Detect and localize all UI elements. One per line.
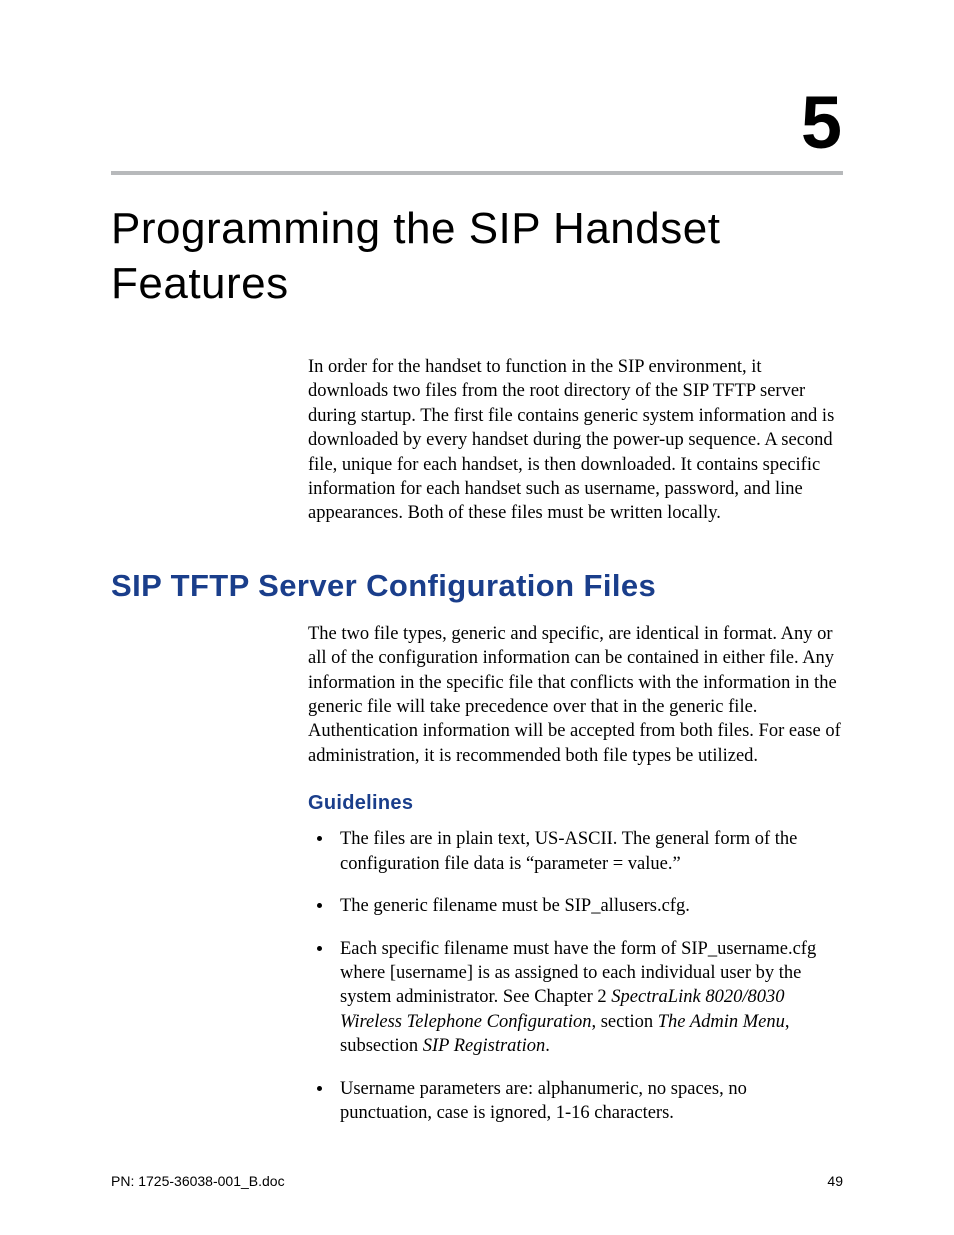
- divider-rule: [111, 171, 843, 175]
- reference-italic: The Admin Menu: [658, 1012, 785, 1032]
- intro-paragraph: In order for the handset to function in …: [308, 355, 843, 526]
- document-page: 5 Programming the SIP Handset Features I…: [0, 0, 954, 1235]
- list-item-text: .: [545, 1036, 550, 1056]
- list-item: Username parameters are: alphanumeric, n…: [334, 1077, 843, 1126]
- chapter-title: Programming the SIP Handset Features: [111, 201, 843, 311]
- list-item: Each specific filename must have the for…: [334, 937, 843, 1059]
- guidelines-list: The files are in plain text, US-ASCII. T…: [308, 827, 843, 1125]
- footer-page-number: 49: [827, 1173, 843, 1189]
- section-paragraph: The two file types, generic and specific…: [308, 622, 843, 768]
- guidelines-heading: Guidelines: [308, 792, 843, 815]
- list-item: The files are in plain text, US-ASCII. T…: [334, 827, 843, 876]
- chapter-number: 5: [111, 80, 843, 165]
- page-footer: PN: 1725-36038-001_B.doc 49: [111, 1173, 843, 1189]
- list-item-text: , section: [591, 1012, 657, 1032]
- list-item: The generic filename must be SIP_alluser…: [334, 894, 843, 918]
- footer-left: PN: 1725-36038-001_B.doc: [111, 1173, 285, 1189]
- reference-italic: SIP Registration: [423, 1036, 545, 1056]
- section-heading: SIP TFTP Server Configuration Files: [111, 568, 843, 604]
